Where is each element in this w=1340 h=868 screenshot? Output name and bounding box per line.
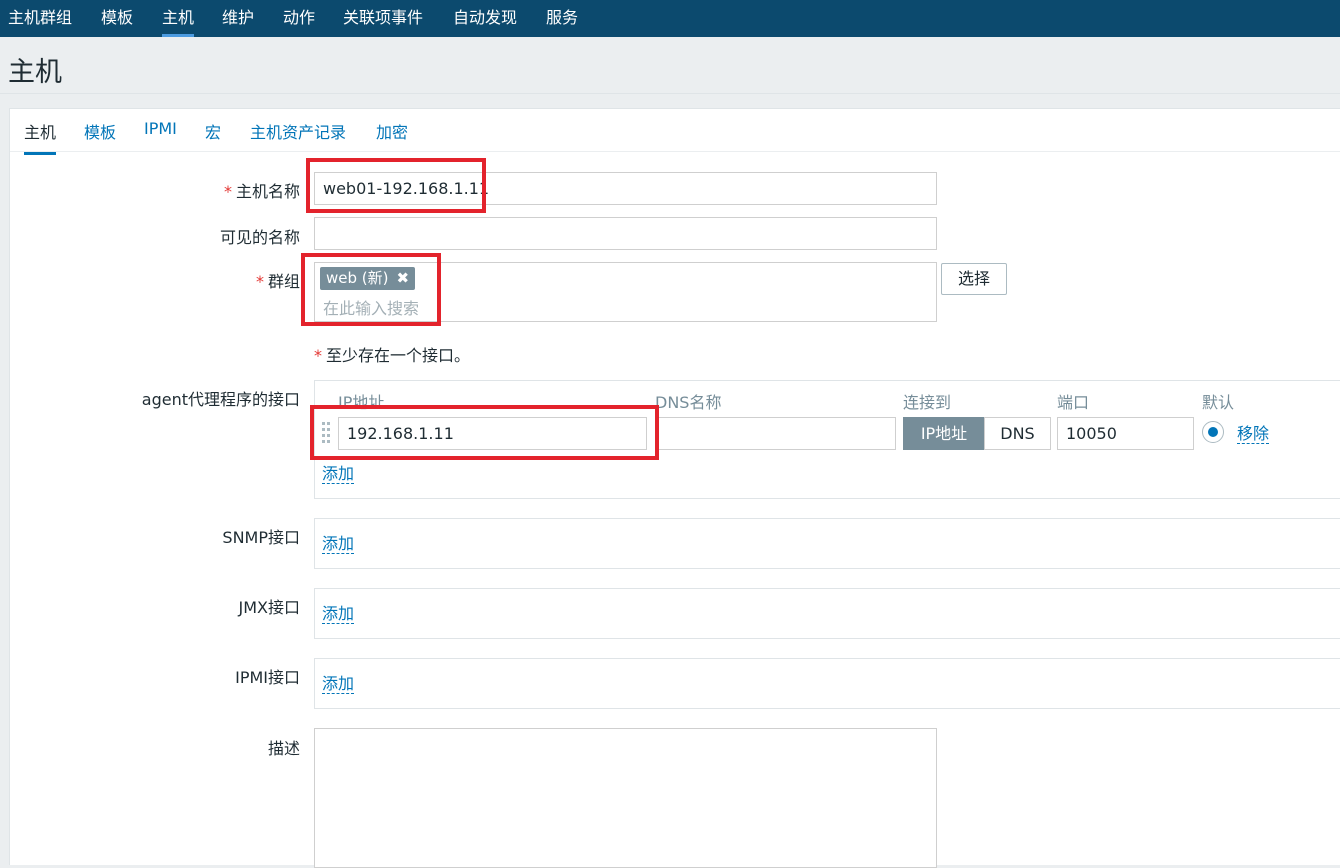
interface-required-note: * 至少存在一个接口。 <box>314 346 471 365</box>
required-marker: * <box>314 346 322 365</box>
title-divider <box>0 93 1340 94</box>
add-snmp-interface-link[interactable]: 添加 <box>322 534 355 554</box>
select-groups-button[interactable]: 选择 <box>941 263 1007 295</box>
visible-name-input[interactable] <box>314 217 937 250</box>
col-header-dns: DNS名称 <box>655 393 722 412</box>
jmx-interfaces-box <box>314 588 1340 639</box>
group-chip-label: web (新) <box>326 269 389 287</box>
tab-ipmi[interactable]: IPMI <box>144 119 177 138</box>
nav-item-event-correlation[interactable]: 关联项事件 <box>343 0 423 37</box>
tab-host[interactable]: 主机 <box>24 119 57 155</box>
agent-ip-input[interactable] <box>338 417 647 450</box>
nav-item-maintenance[interactable]: 维护 <box>222 0 254 37</box>
page-title: 主机 <box>8 57 62 88</box>
nav-item-services[interactable]: 服务 <box>546 0 578 37</box>
col-header-port: 端口 <box>1057 393 1090 412</box>
radio-selected-dot <box>1208 427 1218 437</box>
col-header-connect: 连接到 <box>903 393 952 412</box>
nav-item-host-groups[interactable]: 主机群组 <box>8 0 72 37</box>
visible-name-label: 可见的名称 <box>219 228 300 247</box>
snmp-interfaces-label: SNMP接口 <box>222 528 300 547</box>
top-navigation: 主机群组 模板 主机 维护 动作 关联项事件 自动发现 服务 <box>0 0 1340 37</box>
tab-macros[interactable]: 宏 <box>205 119 221 143</box>
ipmi-interfaces-label: IPMI接口 <box>235 668 300 687</box>
groups-search-input[interactable]: 在此输入搜索 <box>323 295 419 319</box>
nav-item-hosts[interactable]: 主机 <box>162 0 195 37</box>
close-icon[interactable]: ✖ <box>397 269 410 287</box>
default-interface-radio[interactable] <box>1202 421 1224 443</box>
connect-to-ip-button[interactable]: IP地址 <box>903 417 985 450</box>
host-name-label: * 主机名称 <box>223 182 300 201</box>
host-name-input[interactable] <box>314 172 937 205</box>
required-marker: * <box>223 182 232 201</box>
agent-port-input[interactable] <box>1057 417 1194 450</box>
description-textarea[interactable] <box>314 728 937 868</box>
groups-label: * 群组 <box>255 272 300 291</box>
group-chip: web (新) ✖ <box>320 267 416 290</box>
add-ipmi-interface-link[interactable]: 添加 <box>322 674 355 694</box>
jmx-interfaces-label: JMX接口 <box>238 598 301 617</box>
required-marker: * <box>255 272 264 291</box>
tab-encryption[interactable]: 加密 <box>376 119 408 143</box>
add-jmx-interface-link[interactable]: 添加 <box>322 604 355 624</box>
drag-handle-icon[interactable] <box>321 420 331 448</box>
col-header-default: 默认 <box>1202 393 1235 412</box>
nav-item-discovery[interactable]: 自动发现 <box>453 0 517 37</box>
groups-multiselect[interactable]: web (新) ✖ 在此输入搜索 <box>314 262 937 322</box>
connect-to-dns-button[interactable]: DNS <box>984 417 1051 450</box>
agent-dns-input[interactable] <box>655 417 896 450</box>
agent-interfaces-label: agent代理程序的接口 <box>141 390 300 409</box>
add-agent-interface-link[interactable]: 添加 <box>322 464 355 484</box>
col-header-ip: IP地址 <box>338 393 385 412</box>
nav-item-templates[interactable]: 模板 <box>101 0 133 37</box>
form-tabs: 主机 模板 IPMI 宏 主机资产记录 加密 <box>10 109 1340 155</box>
snmp-interfaces-box <box>314 518 1340 569</box>
tab-templates[interactable]: 模板 <box>84 119 116 143</box>
tab-inventory[interactable]: 主机资产记录 <box>250 119 346 143</box>
nav-item-actions[interactable]: 动作 <box>283 0 315 37</box>
remove-interface-link[interactable]: 移除 <box>1237 424 1270 444</box>
description-label: 描述 <box>267 739 300 758</box>
ipmi-interfaces-box <box>314 658 1340 709</box>
